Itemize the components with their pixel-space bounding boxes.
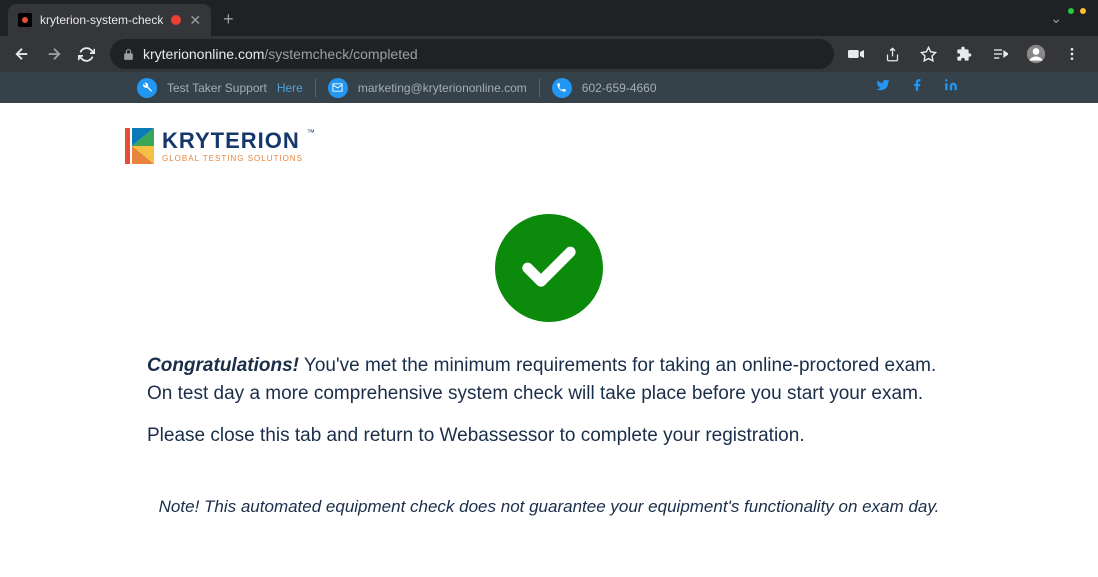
success-check-icon xyxy=(495,214,603,322)
menu-icon[interactable] xyxy=(1060,42,1084,66)
forward-button[interactable] xyxy=(40,40,68,68)
logo-tm: ™ xyxy=(307,128,315,137)
twitter-icon[interactable] xyxy=(876,78,890,97)
main-content: KRYTERION GLOBAL TESTING SOLUTIONS ™ Con… xyxy=(0,103,1098,517)
arrow-left-icon xyxy=(13,45,31,63)
reload-icon xyxy=(78,46,95,63)
window-controls xyxy=(1068,8,1086,14)
logo-name: KRYTERION xyxy=(162,130,303,152)
support-item: Test Taker Support Here xyxy=(125,78,315,98)
facebook-icon[interactable] xyxy=(910,78,924,97)
back-button[interactable] xyxy=(8,40,36,68)
logo-tagline: GLOBAL TESTING SOLUTIONS xyxy=(162,154,303,163)
logo-k-icon xyxy=(132,128,154,164)
browser-toolbar: kryteriononline.com/systemcheck/complete… xyxy=(0,36,1098,72)
email-item[interactable]: marketing@kryteriononline.com xyxy=(316,78,539,98)
support-label: Test Taker Support xyxy=(167,81,267,95)
logo-text: KRYTERION GLOBAL TESTING SOLUTIONS xyxy=(162,130,303,163)
phone-icon xyxy=(552,78,572,98)
browser-tab[interactable]: kryterion-system-check ✕ xyxy=(8,4,211,36)
disclaimer-note: Note! This automated equipment check doe… xyxy=(147,497,951,517)
arrow-right-icon xyxy=(45,45,63,63)
info-bar-left: Test Taker Support Here marketing@kryter… xyxy=(125,78,669,98)
phone-item[interactable]: 602-659-4660 xyxy=(540,78,669,98)
window-dot xyxy=(1068,8,1074,14)
congratulations-message: Congratulations! You've met the minimum … xyxy=(147,352,951,407)
tab-strip: kryterion-system-check ✕ + ⌄ xyxy=(0,0,1098,36)
kryterion-logo[interactable]: KRYTERION GLOBAL TESTING SOLUTIONS ™ xyxy=(125,128,973,164)
toolbar-actions xyxy=(844,42,1090,66)
close-tab-icon[interactable]: ✕ xyxy=(189,12,201,29)
tab-favicon xyxy=(18,13,32,27)
profile-icon[interactable] xyxy=(1024,42,1048,66)
support-link[interactable]: Here xyxy=(277,81,303,95)
camera-icon[interactable] xyxy=(844,42,868,66)
star-icon[interactable] xyxy=(916,42,940,66)
window-dot xyxy=(1080,8,1086,14)
close-tab-instruction: Please close this tab and return to Weba… xyxy=(147,425,951,447)
extensions-icon[interactable] xyxy=(952,42,976,66)
reload-button[interactable] xyxy=(72,40,100,68)
page-content: Test Taker Support Here marketing@kryter… xyxy=(0,72,1098,577)
new-tab-button[interactable]: + xyxy=(223,9,234,30)
address-bar[interactable]: kryteriononline.com/systemcheck/complete… xyxy=(110,39,834,69)
envelope-icon xyxy=(328,78,348,98)
tabs-dropdown-icon[interactable]: ⌄ xyxy=(1050,10,1062,27)
phone-text: 602-659-4660 xyxy=(582,81,657,95)
reading-list-icon[interactable] xyxy=(988,42,1012,66)
info-bar: Test Taker Support Here marketing@kryter… xyxy=(0,72,1098,103)
email-text: marketing@kryteriononline.com xyxy=(358,81,527,95)
share-icon[interactable] xyxy=(880,42,904,66)
wrench-icon xyxy=(137,78,157,98)
tab-title: kryterion-system-check xyxy=(40,13,163,27)
linkedin-icon[interactable] xyxy=(944,78,958,97)
congrats-heading: Congratulations! xyxy=(147,355,299,376)
logo-mark xyxy=(125,128,154,164)
url-text: kryteriononline.com/systemcheck/complete… xyxy=(143,46,418,62)
recording-indicator-icon xyxy=(171,15,181,25)
social-links xyxy=(876,78,958,97)
lock-icon xyxy=(122,48,135,61)
